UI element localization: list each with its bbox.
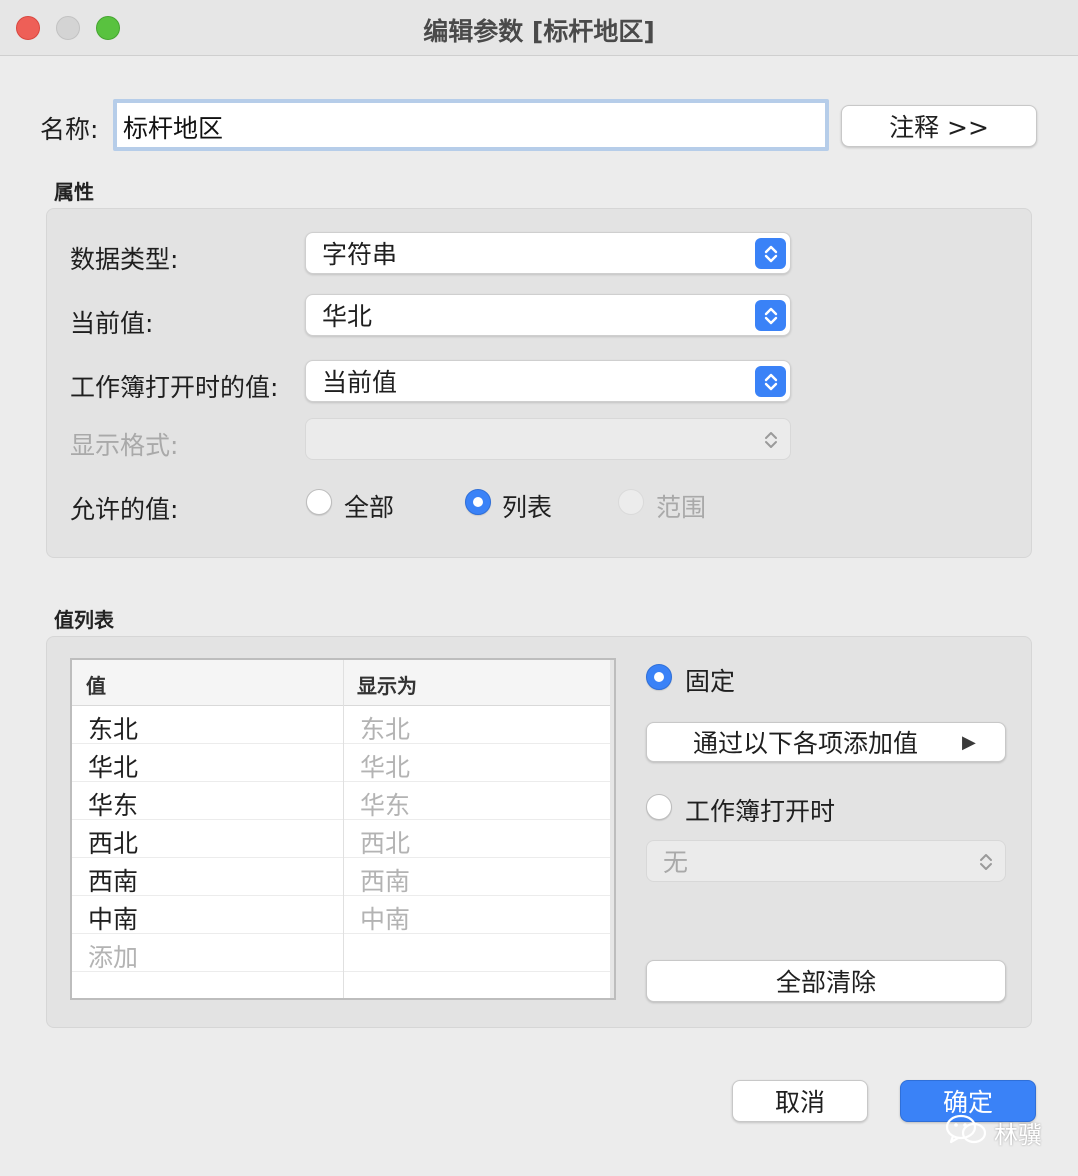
current-value-value: 华北 <box>322 302 373 331</box>
row-value[interactable]: 华北 <box>88 748 138 784</box>
up-down-chevron-icon <box>755 366 786 397</box>
workbook-open-value-label: 工作簿打开时的值: <box>70 373 279 402</box>
name-input[interactable]: 标杆地区 <box>113 99 829 151</box>
data-type-select[interactable]: 字符串 <box>305 232 791 274</box>
workbook-open-value-select[interactable]: 当前值 <box>305 360 791 402</box>
name-label: 名称: <box>40 115 99 144</box>
display-format-select <box>305 418 791 460</box>
workbook-source-select: 无 <box>646 840 1006 882</box>
add-values-from-button[interactable]: 通过以下各项添加值 ▶ <box>646 722 1006 762</box>
fixed-radio[interactable] <box>646 664 672 690</box>
allowed-list-label[interactable]: 列表 <box>502 488 552 524</box>
allowed-values-label: 允许的值: <box>70 495 179 524</box>
allowed-all-radio[interactable] <box>306 489 332 515</box>
display-format-label: 显示格式: <box>70 431 179 460</box>
row-value[interactable]: 中南 <box>88 900 138 936</box>
row-display[interactable]: 华东 <box>360 786 410 822</box>
comment-button[interactable]: 注释 >> <box>841 105 1037 147</box>
current-value-select[interactable]: 华北 <box>305 294 791 336</box>
allowed-list-radio[interactable] <box>465 489 491 515</box>
column-divider[interactable] <box>343 660 344 998</box>
workbook-open-radio[interactable] <box>646 794 672 820</box>
allowed-range-radio <box>618 489 644 515</box>
column-header-value[interactable]: 值 <box>86 670 106 699</box>
row-display[interactable]: 西南 <box>360 862 410 898</box>
up-down-chevron-icon <box>755 238 786 269</box>
up-down-chevron-icon <box>970 846 1001 877</box>
row-value[interactable]: 华东 <box>88 786 138 822</box>
properties-section-title: 属性 <box>54 180 94 204</box>
data-type-value: 字符串 <box>322 240 398 269</box>
row-value[interactable]: 西南 <box>88 862 138 898</box>
allowed-range-label: 范围 <box>656 493 707 522</box>
data-type-label: 数据类型: <box>70 245 179 274</box>
window-title: 编辑参数 [标杆地区] <box>423 17 655 46</box>
value-list-table[interactable]: 值 显示为 东北 东北 华北 华北 华东 华东 西北 西北 西南 西南 中南 中… <box>70 658 616 1000</box>
row-display[interactable]: 西北 <box>360 824 410 860</box>
allowed-all-label[interactable]: 全部 <box>344 488 394 524</box>
row-display[interactable]: 东北 <box>360 710 410 746</box>
row-value[interactable]: 西北 <box>88 824 138 860</box>
value-list-section-title: 值列表 <box>54 608 114 632</box>
column-header-display[interactable]: 显示为 <box>357 670 417 699</box>
row-value[interactable]: 东北 <box>88 710 138 746</box>
play-triangle-icon: ▶ <box>962 731 976 753</box>
wechat-icon <box>944 1112 990 1148</box>
watermark-text: 林骥 <box>994 1121 1042 1149</box>
fixed-label[interactable]: 固定 <box>685 662 735 698</box>
clear-all-button[interactable]: 全部清除 <box>646 960 1006 1002</box>
row-display[interactable]: 中南 <box>360 900 410 936</box>
row-display[interactable]: 华北 <box>360 748 410 784</box>
workbook-open-label[interactable]: 工作簿打开时 <box>685 792 835 828</box>
current-value-label: 当前值: <box>70 309 154 338</box>
add-values-from-label: 通过以下各项添加值 <box>693 729 919 758</box>
workbook-source-value: 无 <box>663 848 689 877</box>
workbook-open-value-value: 当前值 <box>322 368 398 397</box>
up-down-chevron-icon <box>755 424 786 455</box>
add-placeholder[interactable]: 添加 <box>88 938 138 974</box>
up-down-chevron-icon <box>755 300 786 331</box>
table-scrollbar[interactable] <box>610 660 614 998</box>
cancel-button[interactable]: 取消 <box>732 1080 868 1122</box>
